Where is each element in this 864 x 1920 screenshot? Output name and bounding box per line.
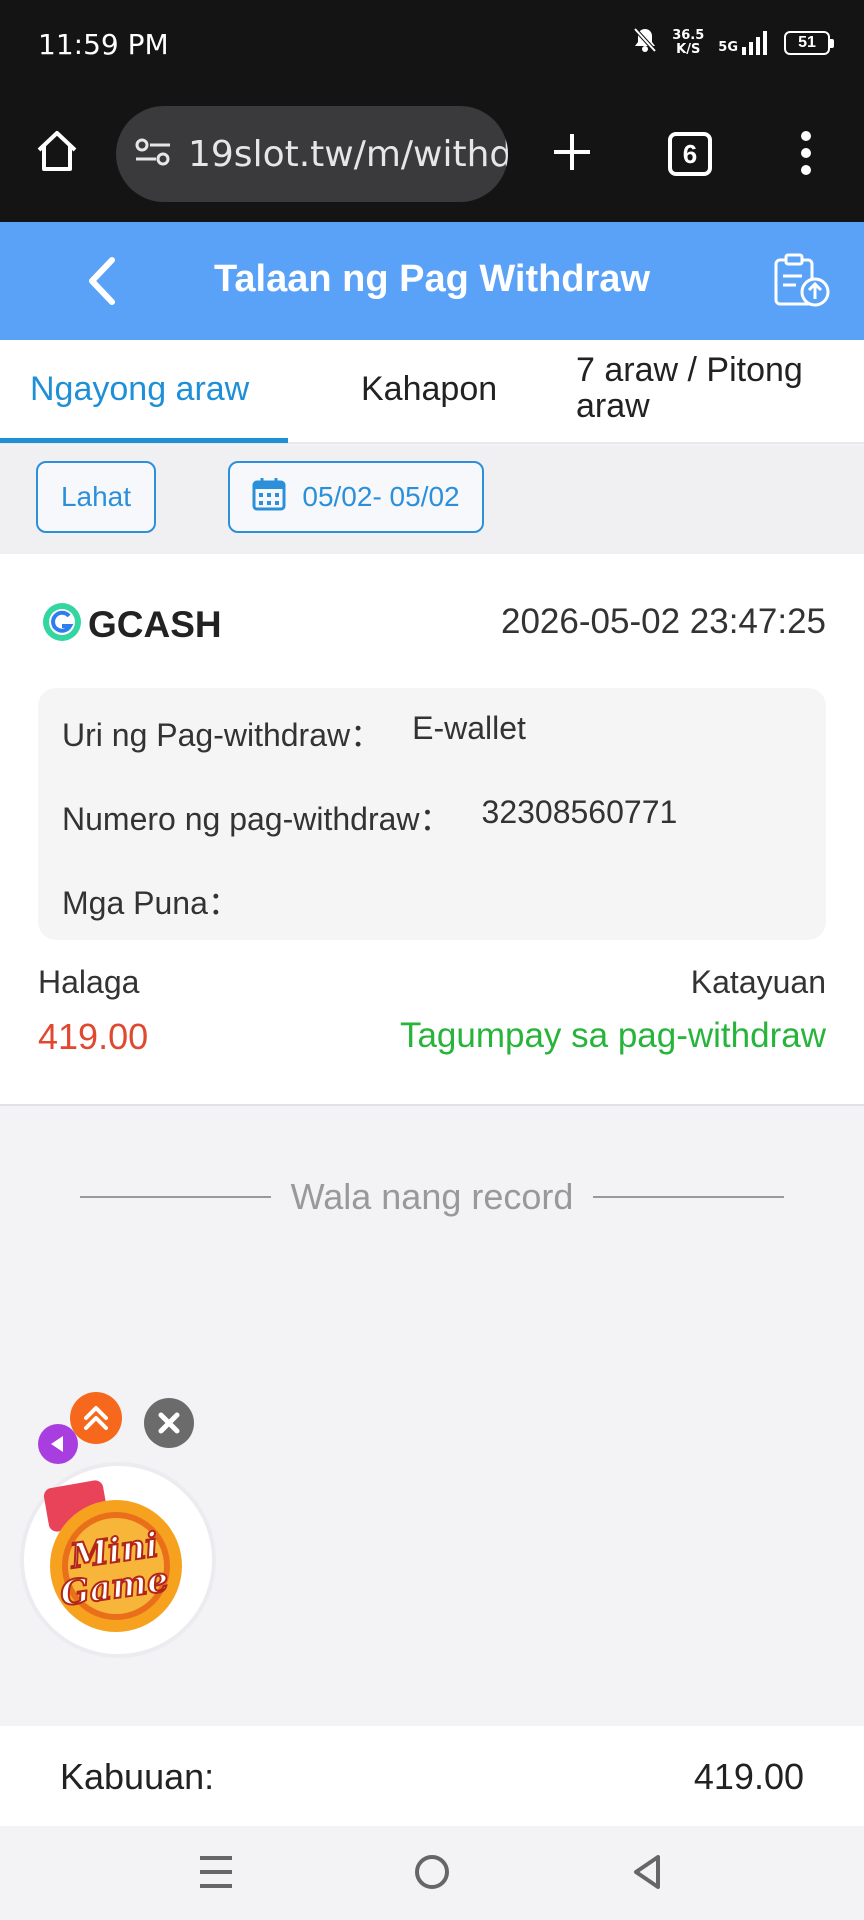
- back-nav-icon[interactable]: [628, 1852, 668, 1897]
- signal-group: 5G: [718, 30, 770, 55]
- overflow-menu-icon[interactable]: [798, 130, 814, 181]
- page-header: Talaan ng Pag Withdraw: [0, 222, 864, 340]
- bell-muted-icon: [632, 26, 658, 59]
- divider-right: [593, 1196, 785, 1198]
- type-value: E-wallet: [412, 710, 526, 746]
- tab-count: 6: [682, 139, 698, 169]
- total-bar: Kabuuan: 419.00: [0, 1726, 864, 1826]
- period-tabs: Ngayong araw Kahapon 7 araw / Pitong ara…: [0, 340, 864, 444]
- address-bar[interactable]: 19slot.tw/m/withd: [116, 106, 508, 202]
- date-range-label: 05/02- 05/02: [302, 481, 460, 512]
- signal-icon: [742, 30, 767, 55]
- provider: GCASH: [42, 602, 222, 647]
- number-value: 32308560771: [481, 794, 678, 830]
- remarks-label: Mga Puna：: [62, 885, 240, 921]
- filter-bar: Lahat 05/02- 05/02: [0, 446, 864, 554]
- date-range-button[interactable]: 05/02- 05/02: [228, 461, 484, 533]
- battery-icon: 51: [784, 30, 834, 55]
- remarks-row: Mga Puna：: [62, 878, 270, 924]
- provider-name: GCASH: [88, 603, 222, 645]
- amount-label: Halaga: [38, 964, 140, 1000]
- type-row: Uri ng Pag-withdraw： E-wallet: [62, 710, 526, 756]
- home-nav-icon[interactable]: [412, 1852, 452, 1897]
- status-value: Tagumpay sa pag-withdraw: [399, 1016, 826, 1055]
- withdraw-record-card[interactable]: GCASH 2026-05-02 23:47:25 Uri ng Pag-wit…: [0, 554, 864, 1106]
- net-speed-value: 36.5: [672, 27, 705, 43]
- all-filter-button[interactable]: Lahat: [36, 461, 156, 533]
- browser-toolbar: 19slot.tw/m/withd 6: [0, 92, 864, 222]
- no-more-records: Wala nang record: [80, 1176, 785, 1218]
- net-speed: 36.5 K/S: [672, 27, 705, 57]
- clock: 11:59 PM: [38, 28, 169, 61]
- recents-icon[interactable]: [196, 1854, 236, 1895]
- mini-game-logo: Mini Game: [43, 1480, 182, 1632]
- no-more-text: Wala nang record: [290, 1176, 574, 1217]
- total-label: Kabuuan:: [60, 1756, 215, 1797]
- tab-seven-days[interactable]: 7 araw / Pitong araw: [576, 352, 836, 424]
- number-row: Numero ng pag-withdraw： 32308560771: [62, 794, 677, 840]
- record-datetime: 2026-05-02 23:47:25: [501, 602, 826, 641]
- system-nav-bar: [0, 1826, 864, 1920]
- close-icon: [158, 1412, 180, 1434]
- network-type: 5G: [718, 39, 738, 55]
- url-text: 19slot.tw/m/withd: [188, 133, 508, 175]
- total-value: 419.00: [693, 1756, 804, 1797]
- net-speed-unit: K/S: [676, 41, 701, 57]
- status-bar: 11:59 PM 36.5 K/S 5G 51: [0, 0, 864, 92]
- tab-yesterday[interactable]: Kahapon: [361, 370, 497, 409]
- new-tab-icon[interactable]: [550, 130, 594, 179]
- tab-today[interactable]: Ngayong araw: [30, 370, 249, 409]
- record-details: Uri ng Pag-withdraw： E-wallet Numero ng …: [38, 688, 826, 940]
- collapse-left-button[interactable]: [38, 1424, 78, 1464]
- home-icon[interactable]: [34, 128, 80, 179]
- active-tab-indicator: [0, 438, 288, 443]
- tab-switcher-button[interactable]: 6: [668, 132, 712, 176]
- gcash-logo-icon: [42, 602, 82, 647]
- number-label: Numero ng pag-withdraw：: [62, 801, 452, 837]
- triangle-left-icon: [51, 1436, 63, 1452]
- all-filter-label: Lahat: [60, 481, 132, 512]
- divider-left: [80, 1196, 271, 1198]
- site-settings-icon[interactable]: [134, 137, 172, 172]
- mini-game-button[interactable]: Mini Game: [20, 1462, 216, 1658]
- close-widget-button[interactable]: [144, 1398, 194, 1448]
- type-label: Uri ng Pag-withdraw：: [62, 717, 383, 753]
- calendar-icon: [252, 477, 286, 518]
- status-icons: 36.5 K/S 5G 51: [632, 26, 834, 59]
- clipboard-upload-icon[interactable]: [772, 252, 830, 313]
- amount-value: 419.00: [38, 1016, 149, 1057]
- page-title: Talaan ng Pag Withdraw: [214, 258, 650, 300]
- status-label: Katayuan: [690, 964, 826, 1000]
